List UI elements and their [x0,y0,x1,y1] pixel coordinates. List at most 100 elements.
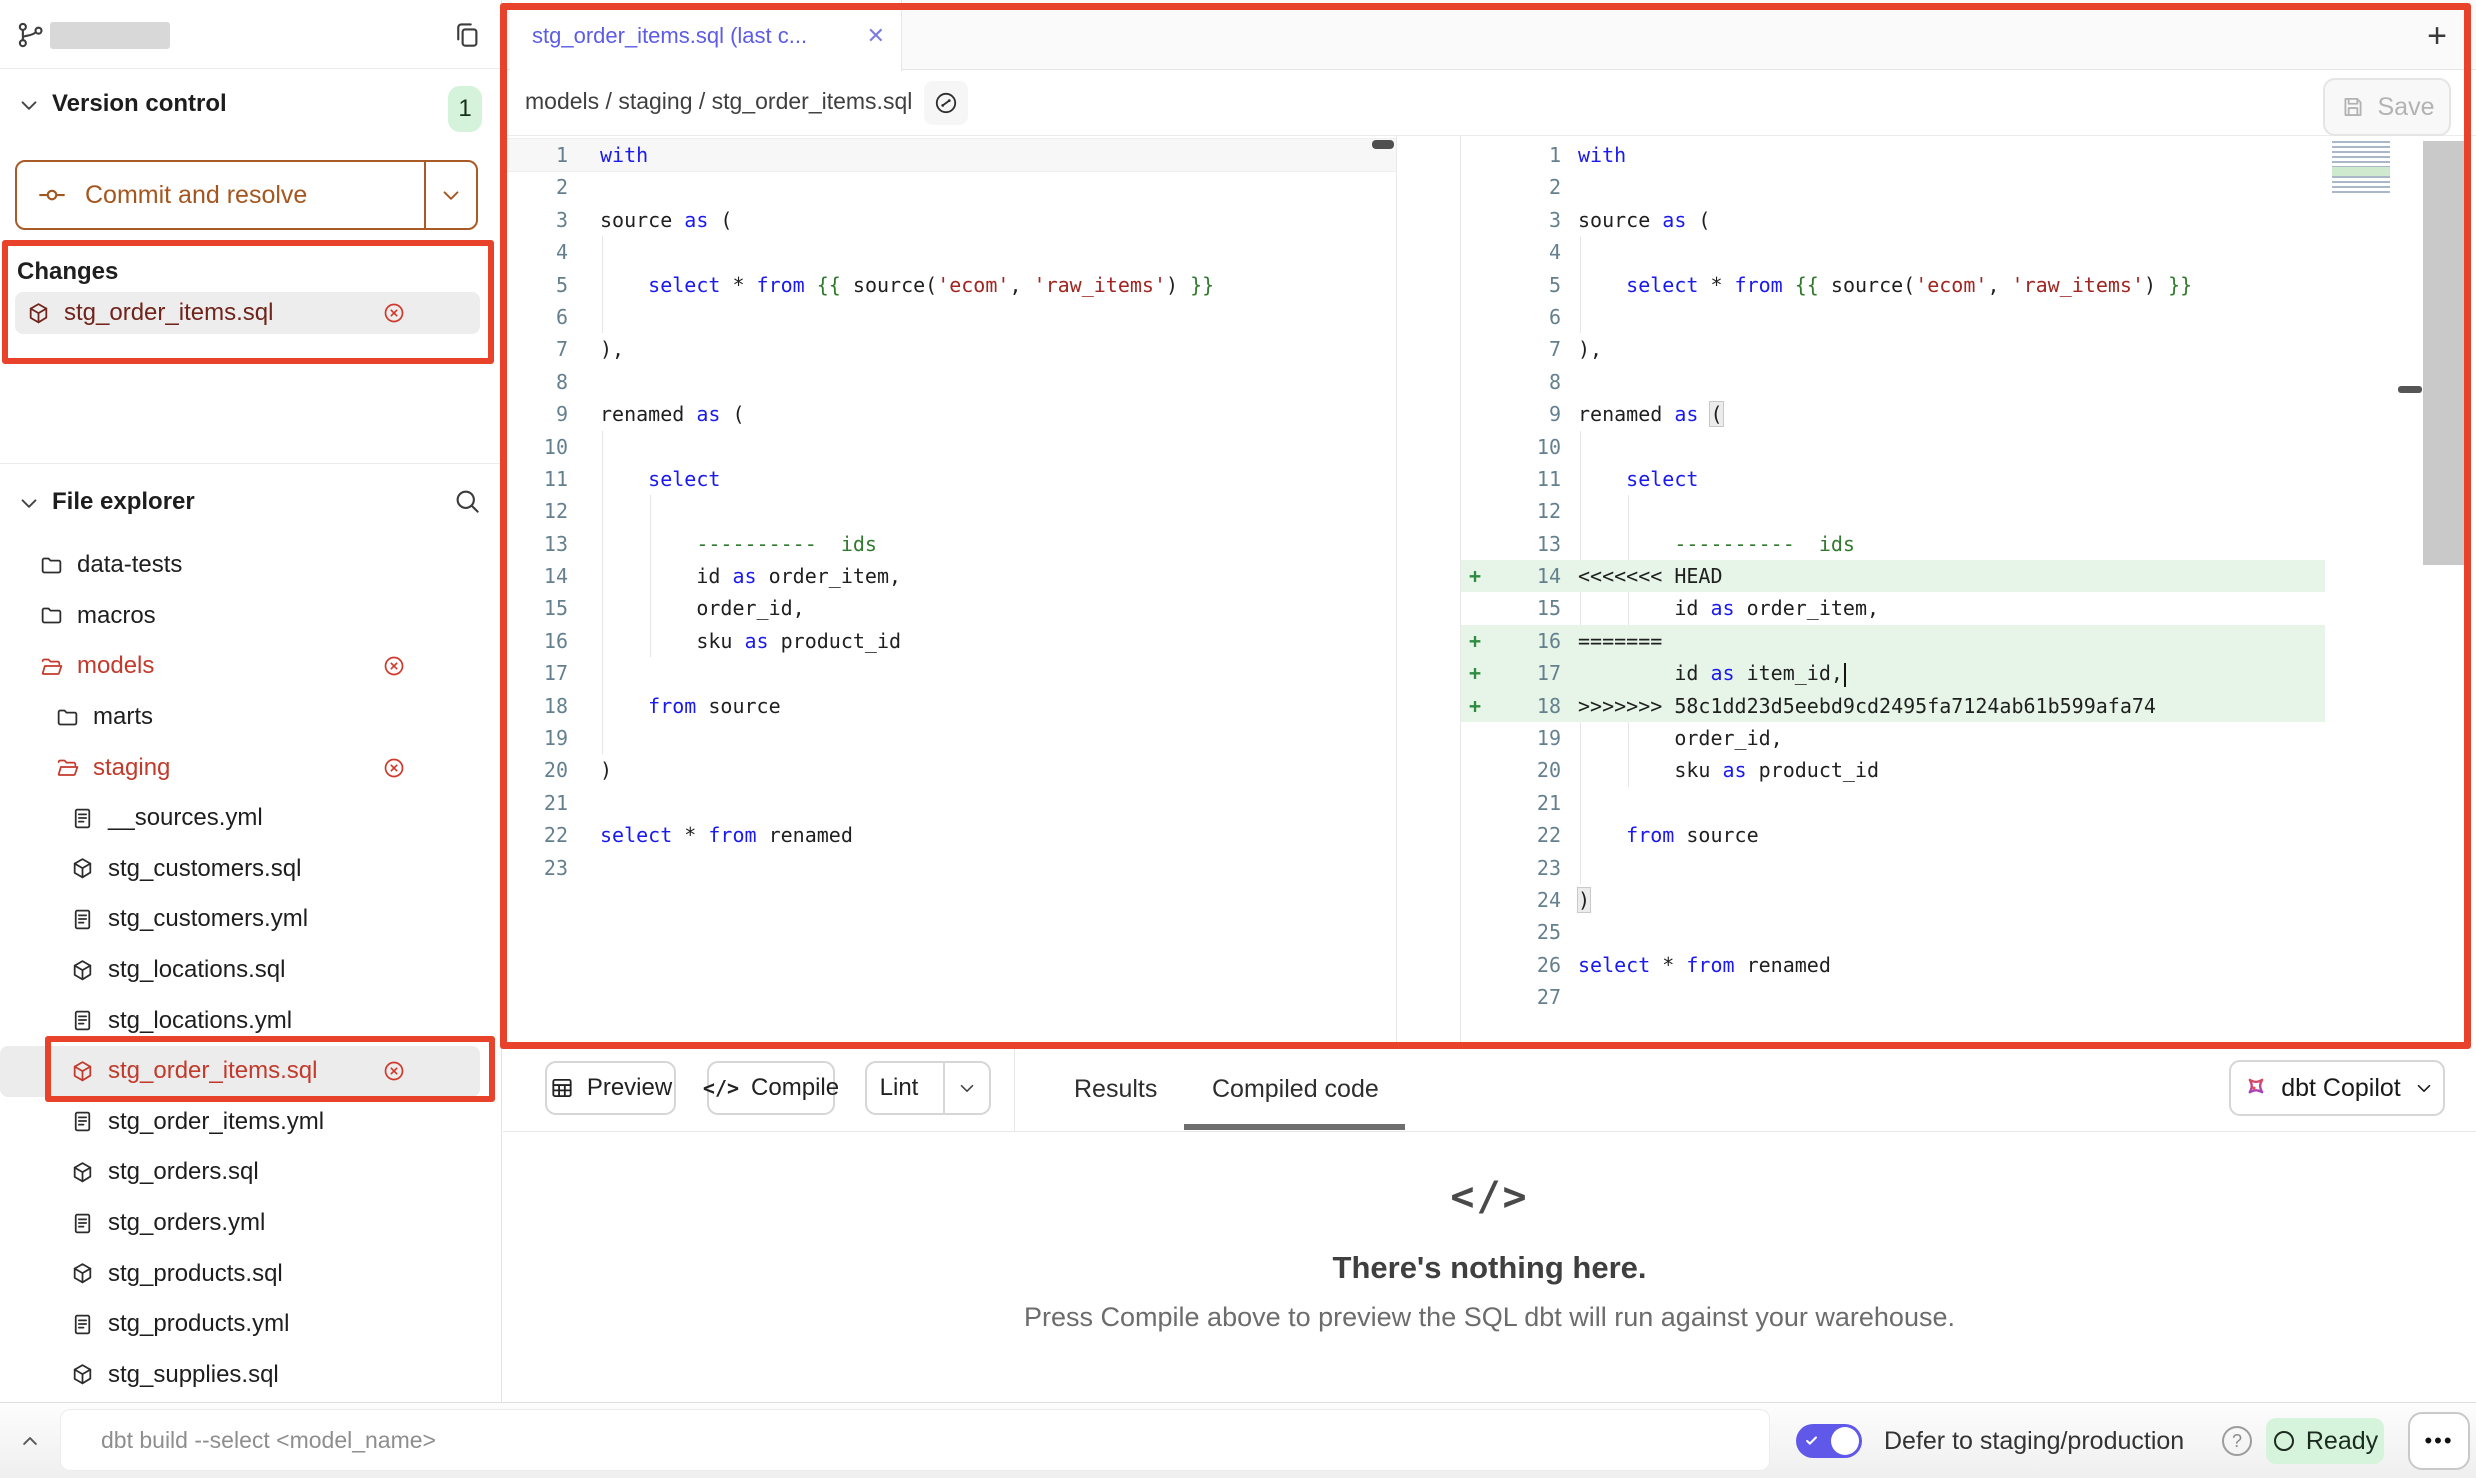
code-line[interactable]: 2 [1461,171,2473,203]
code-line[interactable]: +16======= [1461,625,2473,657]
status-badge[interactable]: Ready [2266,1418,2384,1464]
lint-options-dropdown[interactable] [943,1063,989,1113]
code-line[interactable]: 19 [503,722,1396,754]
code-line[interactable]: 6 [503,301,1396,333]
code-line[interactable]: 4 [503,236,1396,268]
discard-change-icon[interactable] [382,654,406,678]
chevron-up-icon[interactable] [14,1425,46,1457]
tab-stg-order-items[interactable]: stg_order_items.sql (last c... ✕ [510,0,902,71]
file-tree-item-__sources.yml[interactable]: __sources.yml [0,793,480,844]
code-line[interactable]: 13 ---------- ids [503,528,1396,560]
file-tree-item-stg_locations.sql[interactable]: stg_locations.sql [0,945,480,996]
diff-right-pane[interactable]: 1with23source as (45 select * from {{ so… [1460,136,2473,1042]
code-line[interactable]: 14 id as order_item, [503,560,1396,592]
file-tree-item-stg_order_items.yml[interactable]: stg_order_items.yml [0,1097,480,1148]
code-line[interactable]: 2 [503,171,1396,203]
code-line[interactable]: 24) [1461,884,2473,916]
file-tree-item-stg_locations.yml[interactable]: stg_locations.yml [0,995,480,1046]
tab-compiled-code[interactable]: Compiled code [1212,1075,1379,1104]
file-tree-item-stg_order_items.sql[interactable]: stg_order_items.sql [0,1046,480,1097]
code-line[interactable]: 16 sku as product_id [503,625,1396,657]
save-button[interactable]: Save [2323,78,2451,136]
code-line[interactable]: 26select * from renamed [1461,949,2473,981]
tab-results[interactable]: Results [1074,1075,1157,1104]
code-line[interactable]: 10 [503,431,1396,463]
code-line[interactable]: 20) [503,754,1396,786]
commit-and-resolve-button[interactable]: Commit and resolve [15,160,478,230]
code-line[interactable]: 1with [503,139,1396,171]
code-line[interactable]: 17 [503,657,1396,689]
code-line[interactable]: 15 order_id, [503,592,1396,624]
discard-change-icon[interactable] [382,1059,406,1083]
left-pane-scrollbar[interactable] [1372,140,1394,149]
code-line[interactable]: 11 select [503,463,1396,495]
preview-button[interactable]: Preview [545,1061,676,1115]
code-line[interactable]: 3source as ( [503,204,1396,236]
dbt-command-input[interactable]: dbt build --select <model_name> [60,1409,1770,1471]
code-line[interactable]: 5 select * from {{ source('ecom', 'raw_i… [1461,269,2473,301]
commit-options-dropdown[interactable] [424,162,476,228]
lineage-button[interactable] [924,81,968,125]
file-tree-item-stg_customers.sql[interactable]: stg_customers.sql [0,844,480,895]
code-line[interactable]: 23 [1461,852,2473,884]
file-tree-item-stg_products.yml[interactable]: stg_products.yml [0,1299,480,1350]
code-line[interactable]: 20 sku as product_id [1461,754,2473,786]
dbt-copilot-button[interactable]: dbt Copilot [2229,1060,2445,1116]
code-line[interactable]: 22select * from renamed [503,819,1396,851]
code-line[interactable]: 1with [1461,139,2473,171]
file-tree-item-macros[interactable]: macros [0,591,480,642]
file-tree-item-stg_orders.sql[interactable]: stg_orders.sql [0,1147,480,1198]
code-line[interactable]: 6 [1461,301,2473,333]
copy-files-icon[interactable] [452,20,482,50]
code-line[interactable]: 7), [503,333,1396,365]
search-icon[interactable] [452,486,482,516]
file-tree-item-stg_orders.yml[interactable]: stg_orders.yml [0,1198,480,1249]
code-line[interactable]: 18 from source [503,690,1396,722]
discard-change-icon[interactable] [382,301,406,325]
scrollbar-handle[interactable] [2398,386,2422,393]
file-tree-item-models[interactable]: models [0,641,480,692]
defer-toggle[interactable] [1796,1424,1862,1458]
code-line[interactable]: 13 ---------- ids [1461,528,2473,560]
compile-button[interactable]: </> Compile [707,1061,835,1115]
code-line[interactable]: 11 select [1461,463,2473,495]
help-icon[interactable]: ? [2222,1426,2252,1456]
file-explorer-header[interactable]: File explorer [0,464,501,540]
code-line[interactable]: 7), [1461,333,2473,365]
close-tab-icon[interactable]: ✕ [867,23,885,49]
version-control-section-header[interactable]: Version control 1 [0,86,501,126]
file-tree-item-stg_products.sql[interactable]: stg_products.sql [0,1248,480,1299]
new-tab-button[interactable]: + [2415,14,2459,58]
file-tree-item-data-tests[interactable]: data-tests [0,540,480,591]
code-line[interactable]: 10 [1461,431,2473,463]
minimap[interactable] [2332,141,2390,193]
lint-button[interactable]: Lint [865,1061,991,1115]
code-line[interactable]: 21 [503,787,1396,819]
code-line[interactable]: 27 [1461,981,2473,1013]
code-line[interactable]: 5 select * from {{ source('ecom', 'raw_i… [503,269,1396,301]
code-line[interactable]: 8 [503,366,1396,398]
right-pane-scrollbar[interactable] [2423,141,2468,565]
code-line[interactable]: 22 from source [1461,819,2473,851]
code-line[interactable]: 12 [1461,495,2473,527]
changed-file-row[interactable]: stg_order_items.sql [15,292,480,334]
code-line[interactable]: 12 [503,495,1396,527]
code-line[interactable]: 25 [1461,916,2473,948]
code-line[interactable]: 4 [1461,236,2473,268]
diff-left-pane[interactable]: 1with23source as (45 select * from {{ so… [503,136,1397,1042]
file-tree-item-staging[interactable]: staging [0,742,480,793]
code-line[interactable]: +18>>>>>>> 58c1dd23d5eebd9cd2495fa7124ab… [1461,690,2473,722]
discard-change-icon[interactable] [382,756,406,780]
code-line[interactable]: +17 id as item_id, [1461,657,2473,689]
code-line[interactable]: +14<<<<<<< HEAD [1461,560,2473,592]
code-line[interactable]: 15 id as order_item, [1461,592,2473,624]
more-options-button[interactable]: ••• [2408,1412,2470,1470]
code-line[interactable]: 8 [1461,366,2473,398]
code-line[interactable]: 21 [1461,787,2473,819]
code-line[interactable]: 3source as ( [1461,204,2473,236]
file-tree-item-stg_supplies.sql[interactable]: stg_supplies.sql [0,1350,480,1401]
file-tree-item-stg_customers.yml[interactable]: stg_customers.yml [0,894,480,945]
code-line[interactable]: 19 order_id, [1461,722,2473,754]
file-tree-item-marts[interactable]: marts [0,692,480,743]
code-line[interactable]: 9renamed as ( [503,398,1396,430]
